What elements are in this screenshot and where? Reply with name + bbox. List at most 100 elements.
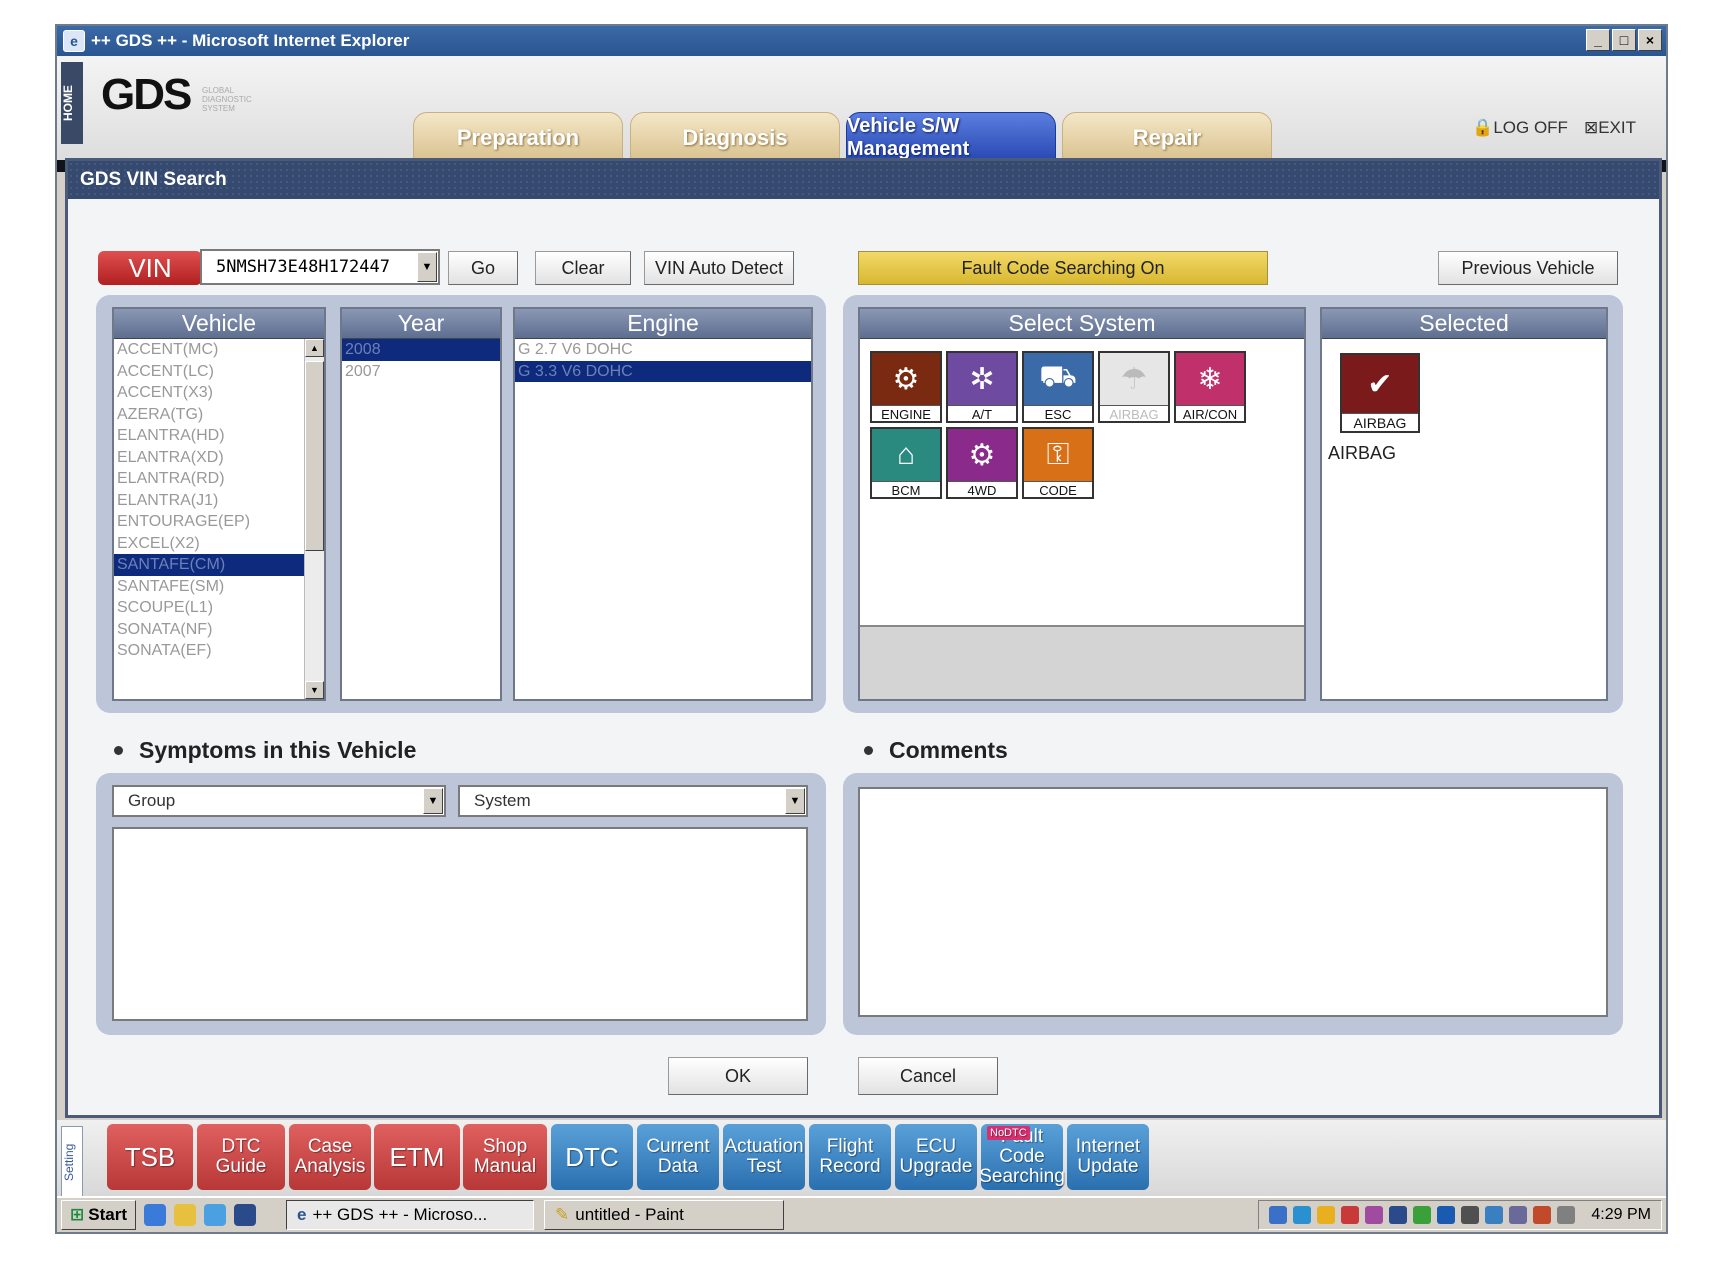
clear-button[interactable]: Clear — [535, 251, 631, 285]
ie-icon: e — [63, 30, 85, 52]
tray-icon[interactable] — [1485, 1206, 1504, 1224]
toolbar-button-shop-manual[interactable]: Shop Manual — [463, 1124, 547, 1190]
tab-preparation[interactable]: Preparation — [413, 112, 623, 164]
toolbar-button-ecu-upgrade[interactable]: ECU Upgrade — [895, 1124, 977, 1190]
scroll-up-icon[interactable]: ▲ — [305, 339, 324, 357]
vehicle-list-item[interactable]: SCOUPE(L1) — [114, 597, 324, 619]
vehicle-list-item[interactable]: SANTAFE(CM) — [114, 554, 324, 576]
tray-icon[interactable] — [1413, 1206, 1432, 1224]
system-tile-bcm[interactable]: ⌂ BCM — [870, 427, 942, 499]
vehicle-list-item[interactable]: ELANTRA(J1) — [114, 490, 324, 512]
ie-quicklaunch-icon[interactable] — [143, 1204, 166, 1226]
toolbar-button-actuation-test[interactable]: Actuation Test — [723, 1124, 805, 1190]
exit-icon: ⊠ — [1583, 118, 1599, 137]
group-dropdown-arrow[interactable]: ▼ — [423, 788, 443, 814]
engine-list-item[interactable]: G 3.3 V6 DOHC — [515, 360, 811, 382]
tray-icon[interactable] — [1293, 1206, 1312, 1224]
tray-icon[interactable] — [1341, 1206, 1360, 1224]
setting-button[interactable]: Setting — [61, 1126, 83, 1198]
symptoms-list[interactable] — [112, 827, 808, 1021]
year-list-item[interactable]: 2008 — [342, 339, 500, 361]
system-tile-aircon[interactable]: ❄ AIR/CON — [1174, 351, 1246, 423]
maximize-button[interactable]: □ — [1612, 29, 1636, 51]
toolbar-button-flight-record[interactable]: Flight Record — [809, 1124, 891, 1190]
previous-vehicle-button[interactable]: Previous Vehicle — [1438, 251, 1618, 285]
toolbar-button-dtc-guide[interactable]: DTC Guide — [197, 1124, 285, 1190]
system-tile-at[interactable]: ✲ A/T — [946, 351, 1018, 423]
tray-icon[interactable] — [1557, 1206, 1576, 1224]
close-button[interactable]: × — [1638, 29, 1662, 51]
tray-icon[interactable] — [1269, 1206, 1288, 1224]
taskbar-item-paint[interactable]: ✎ untitled - Paint — [543, 1200, 784, 1230]
system-tile-code[interactable]: ⚿ CODE — [1022, 427, 1094, 499]
taskbar-item-label: ++ GDS ++ - Microso... — [312, 1205, 488, 1224]
system-tile-airbag[interactable]: ☂ AIRBAG — [1098, 351, 1170, 423]
vehicle-scrollbar[interactable]: ▲ ▼ — [304, 339, 324, 699]
toolbar-button-internet-update[interactable]: Internet Update — [1067, 1124, 1149, 1190]
vehicle-list-item[interactable]: ELANTRA(HD) — [114, 425, 324, 447]
vehicle-list-item[interactable]: ACCENT(X3) — [114, 382, 324, 404]
tab-repair[interactable]: Repair — [1062, 112, 1272, 164]
vehicle-list-item[interactable]: SANTAFE(SM) — [114, 576, 324, 598]
system-select[interactable]: System — [458, 785, 808, 817]
toolbar-button-current-data[interactable]: Current Data — [637, 1124, 719, 1190]
scroll-thumb[interactable] — [305, 361, 324, 551]
vehicle-list-item[interactable]: ACCENT(LC) — [114, 361, 324, 383]
system-tile-4wd[interactable]: ⚙ 4WD — [946, 427, 1018, 499]
system-tile-label: ESC — [1024, 405, 1092, 423]
selected-airbag-tile[interactable]: ✔ AIRBAG — [1340, 353, 1420, 433]
vehicle-list-item[interactable]: ELANTRA(XD) — [114, 447, 324, 469]
system-tile-engine[interactable]: ⚙ ENGINE — [870, 351, 942, 423]
tray-icon[interactable] — [1389, 1206, 1408, 1224]
vin-input[interactable]: 5NMSH73E48H172447 — [200, 249, 440, 285]
toolbar-button-tsb[interactable]: TSB — [107, 1124, 193, 1190]
tray-icon[interactable] — [1365, 1206, 1384, 1224]
tab-vehicle-sw-management[interactable]: Vehicle S/W Management — [846, 112, 1056, 164]
minimize-button[interactable]: _ — [1586, 29, 1610, 51]
tray-icon[interactable] — [1509, 1206, 1528, 1224]
vin-auto-detect-button[interactable]: VIN Auto Detect — [644, 251, 794, 285]
shield-icon[interactable] — [1317, 1206, 1336, 1224]
tray-icon[interactable] — [1437, 1206, 1456, 1224]
comments-input[interactable] — [858, 787, 1608, 1017]
year-list[interactable]: Year 2008 2007 — [340, 307, 502, 701]
logoff-button[interactable]: 🔒LOG OFF — [1472, 118, 1568, 138]
toolbar-button-etm[interactable]: ETM — [374, 1124, 460, 1190]
vehicle-list-item[interactable]: ELANTRA(RD) — [114, 468, 324, 490]
ok-button[interactable]: OK — [668, 1057, 808, 1095]
vehicle-list[interactable]: Vehicle ACCENT(MC) ACCENT(LC) ACCENT(X3) AZ… — [112, 307, 326, 701]
folder-quicklaunch-icon[interactable] — [173, 1204, 196, 1226]
toolbar-button-case-analysis[interactable]: Case Analysis — [289, 1124, 371, 1190]
tab-diagnosis[interactable]: Diagnosis — [630, 112, 840, 164]
toolbar-button-fault-code-searching[interactable]: Fault Code SearchingNoDTC — [979, 1124, 1065, 1190]
vin-dropdown-arrow[interactable]: ▼ — [417, 252, 437, 282]
vehicle-list-item[interactable]: SONATA(EF) — [114, 640, 324, 662]
vehicle-list-item[interactable]: EXCEL(X2) — [114, 533, 324, 555]
taskbar-item-gds[interactable]: e ++ GDS ++ - Microso... — [285, 1200, 534, 1230]
tray-icon[interactable] — [1533, 1206, 1552, 1224]
gds-quicklaunch-icon[interactable] — [233, 1204, 256, 1226]
vehicle-list-item[interactable]: ENTOURAGE(EP) — [114, 511, 324, 533]
engine-list-item[interactable]: G 2.7 V6 DOHC — [515, 339, 811, 361]
group-select[interactable]: Group — [112, 785, 446, 817]
media-quicklaunch-icon[interactable] — [203, 1204, 226, 1226]
vehicle-list-item[interactable]: ACCENT(MC) — [114, 339, 324, 361]
system-dropdown-arrow[interactable]: ▼ — [785, 788, 805, 814]
toolbar-button-dtc[interactable]: DTC — [551, 1124, 633, 1190]
select-system-header: Select System — [860, 309, 1304, 339]
scroll-down-icon[interactable]: ▼ — [305, 681, 324, 699]
exit-button[interactable]: ⊠EXIT — [1584, 118, 1636, 138]
system-tile-esc[interactable]: ⛟ ESC — [1022, 351, 1094, 423]
cancel-button[interactable]: Cancel — [858, 1057, 998, 1095]
tray-icon[interactable] — [1461, 1206, 1480, 1224]
paint-icon: ✎ — [554, 1205, 570, 1224]
system-tile-label: AIR/CON — [1176, 405, 1244, 423]
esc-icon: ⛟ — [1024, 353, 1092, 405]
start-button[interactable]: ⊞ Start — [61, 1200, 136, 1230]
go-button[interactable]: Go — [448, 251, 518, 285]
vehicle-list-item[interactable]: SONATA(NF) — [114, 619, 324, 641]
engine-list[interactable]: Engine G 2.7 V6 DOHC G 3.3 V6 DOHC — [513, 307, 813, 701]
home-button[interactable]: HOME — [61, 62, 83, 144]
year-list-item[interactable]: 2007 — [342, 361, 500, 383]
vehicle-list-item[interactable]: AZERA(TG) — [114, 404, 324, 426]
